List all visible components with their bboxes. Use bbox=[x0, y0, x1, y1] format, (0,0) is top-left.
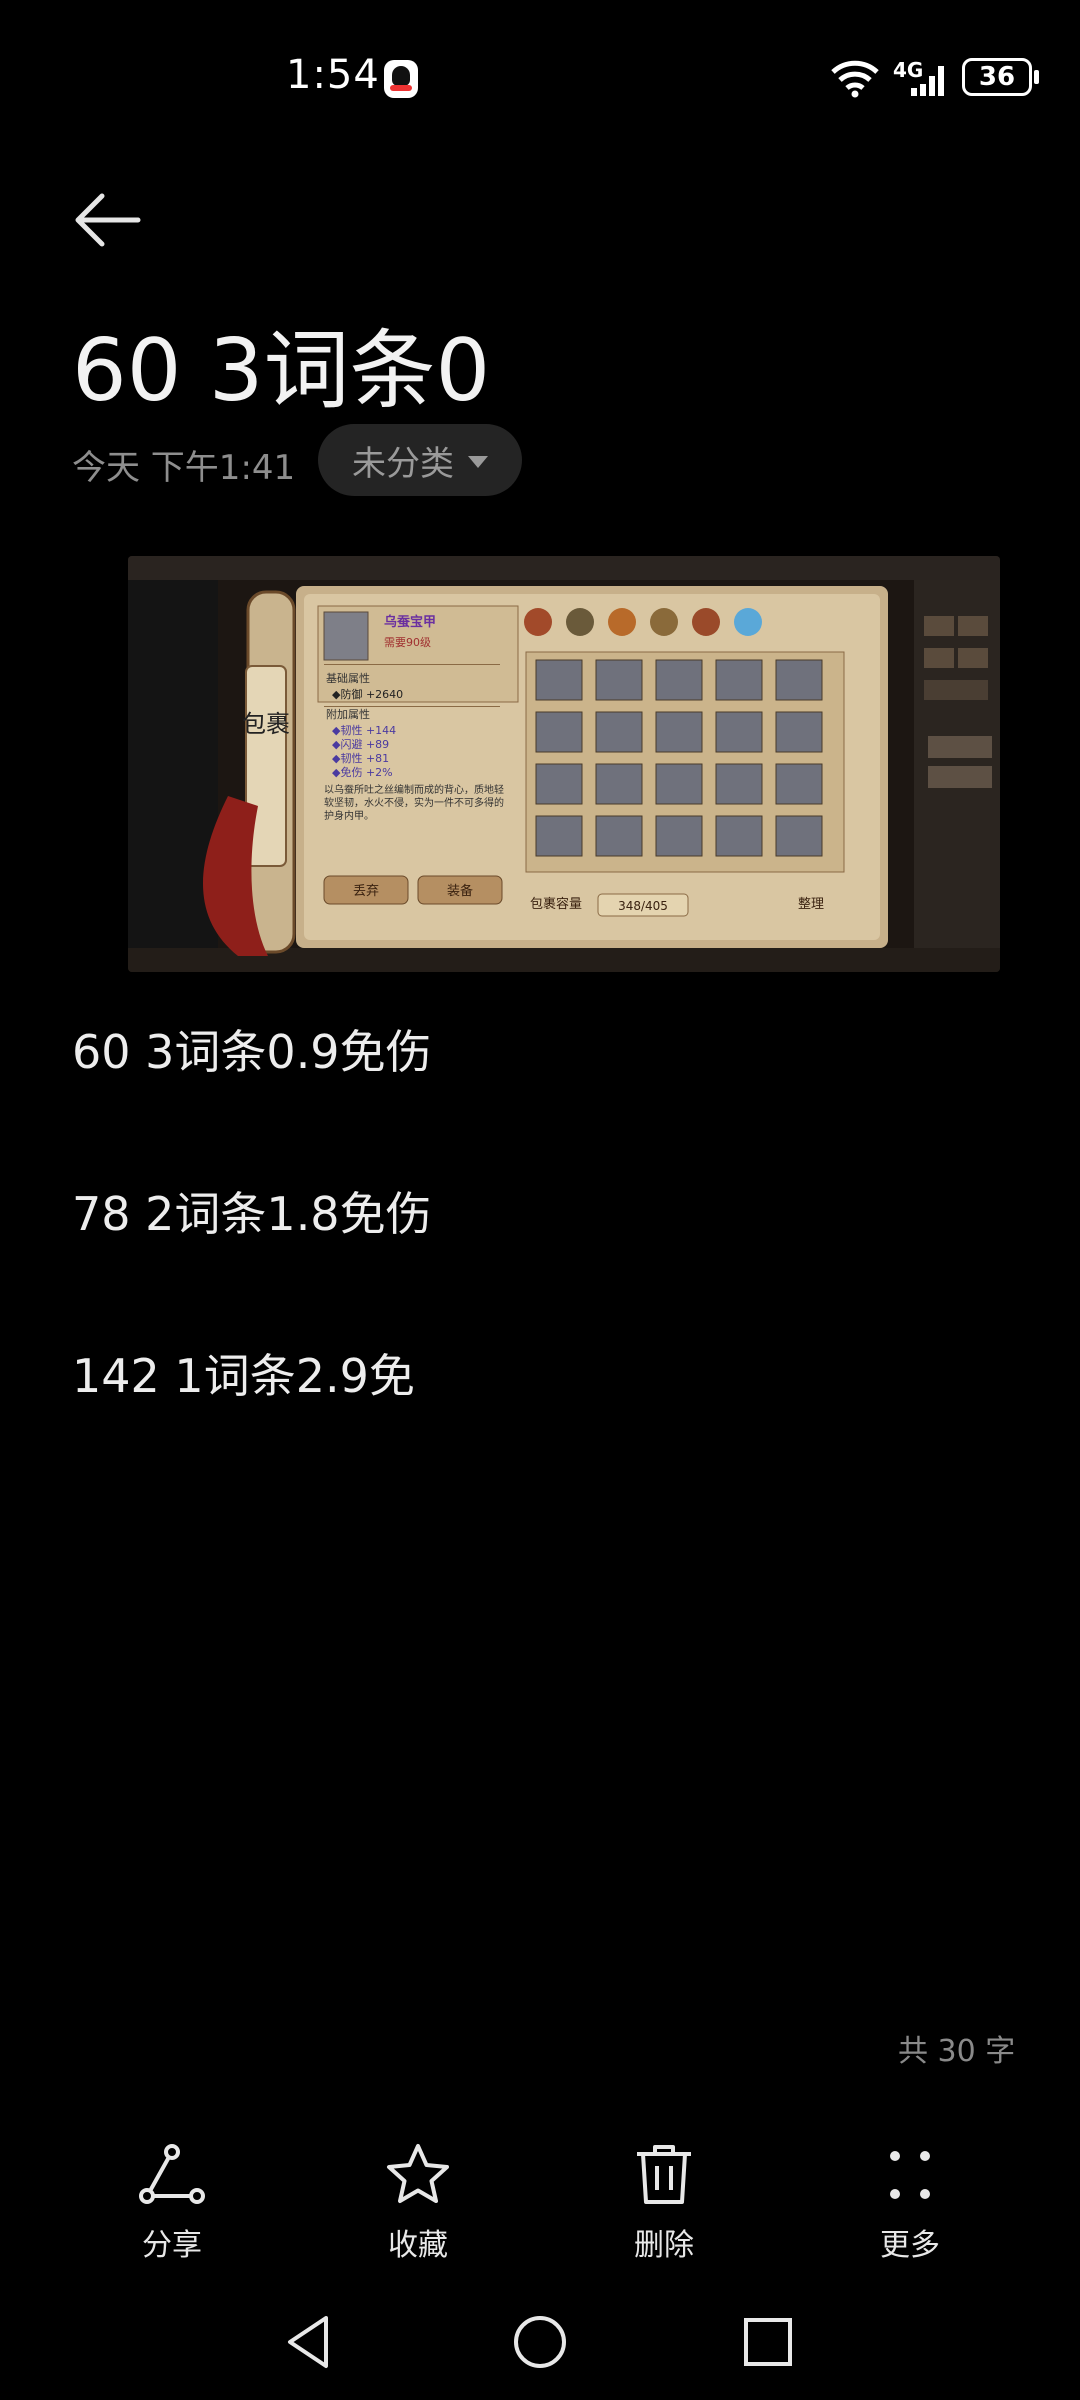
status-time: 1:54 bbox=[286, 52, 380, 98]
share-icon bbox=[139, 2144, 205, 2204]
attr-1: ◆韧性 +144 bbox=[332, 723, 396, 737]
capacity-label: 包裹容量 bbox=[530, 896, 582, 912]
discard-button: 丢弃 bbox=[353, 884, 379, 899]
sort-label: 整理 bbox=[798, 897, 824, 912]
star-icon bbox=[387, 2144, 449, 2203]
chevron-down-icon bbox=[468, 456, 488, 468]
favorite-label: 收藏 bbox=[388, 2228, 448, 2263]
qq-notification-icon bbox=[384, 60, 418, 98]
item-req: 需要90级 bbox=[384, 636, 431, 649]
delete-button[interactable]: 删除 bbox=[584, 2140, 744, 2270]
equip-button: 装备 bbox=[447, 883, 473, 899]
wifi-icon bbox=[831, 60, 879, 98]
note-title[interactable]: 60 3词条0 bbox=[72, 300, 490, 425]
favorite-button[interactable]: 收藏 bbox=[338, 2140, 498, 2270]
nav-back-icon[interactable] bbox=[280, 2312, 340, 2372]
extra-attr-title: 附加属性 bbox=[326, 707, 370, 721]
category-dropdown[interactable]: 未分类 bbox=[318, 424, 522, 496]
more-grid-icon bbox=[890, 2151, 930, 2199]
share-label: 分享 bbox=[142, 2228, 202, 2263]
word-count: 共 30 字 bbox=[898, 2034, 1016, 2069]
battery-indicator: 36 bbox=[962, 58, 1032, 96]
item-desc: 以乌蚕所吐之丝编制而成的背心，质地轻软坚韧，水火不侵，实为一件不可多得的护身内甲… bbox=[324, 785, 504, 822]
note-line-1[interactable]: 60 3词条0.9免伤 bbox=[72, 1016, 432, 1082]
delete-label: 删除 bbox=[634, 2228, 694, 2263]
note-line-3[interactable]: 142 1词条2.9免 bbox=[72, 1340, 415, 1406]
back-arrow-icon[interactable] bbox=[72, 190, 142, 250]
signal-icon bbox=[911, 66, 944, 96]
note-image[interactable]: 包裹 乌蚕宝甲 需要90级 基础属性 ◆防御 +2640 附加属性 ◆韧性 +1… bbox=[128, 556, 1000, 972]
battery-level: 36 bbox=[978, 62, 1016, 92]
note-line-2[interactable]: 78 2词条1.8免伤 bbox=[72, 1178, 432, 1244]
nav-home-icon[interactable] bbox=[510, 2312, 570, 2372]
nav-recents-icon[interactable] bbox=[738, 2312, 798, 2372]
scroll-char-1: 包裹 bbox=[242, 710, 290, 738]
more-button[interactable]: 更多 bbox=[830, 2140, 990, 2270]
defense-attr: ◆防御 +2640 bbox=[332, 687, 403, 701]
battery-cap bbox=[1034, 70, 1039, 84]
category-label: 未分类 bbox=[352, 443, 454, 484]
base-attr-title: 基础属性 bbox=[326, 671, 370, 685]
game-screenshot: 包裹 乌蚕宝甲 需要90级 基础属性 ◆防御 +2640 附加属性 ◆韧性 +1… bbox=[128, 556, 1000, 972]
attr-3: ◆韧性 +81 bbox=[332, 751, 389, 765]
trash-icon bbox=[637, 2145, 691, 2204]
share-button[interactable]: 分享 bbox=[92, 2140, 252, 2270]
note-date: 今天 下午1:41 bbox=[72, 448, 296, 488]
attr-2: ◆闪避 +89 bbox=[332, 737, 389, 751]
capacity-value: 348/405 bbox=[618, 899, 668, 913]
attr-4: ◆免伤 +2% bbox=[332, 765, 393, 779]
item-name: 乌蚕宝甲 bbox=[384, 614, 436, 630]
more-label: 更多 bbox=[880, 2228, 940, 2263]
